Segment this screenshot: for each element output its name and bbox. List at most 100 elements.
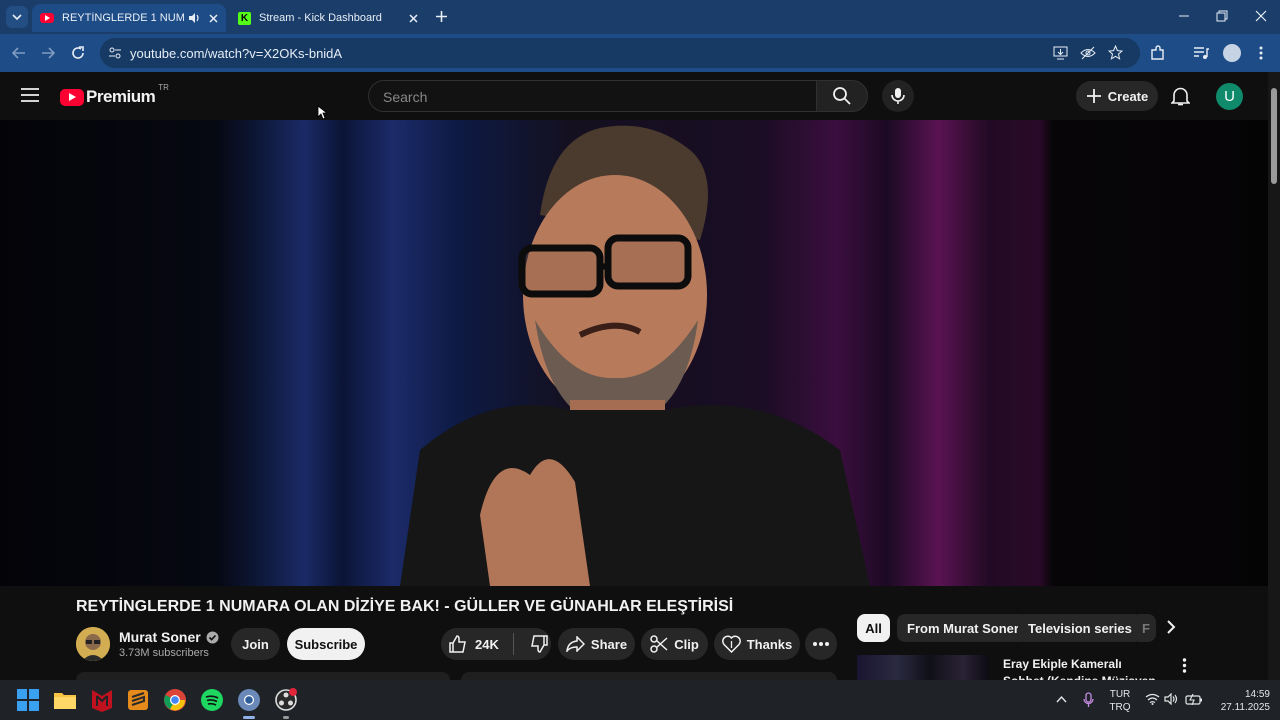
sublime-text-icon[interactable]: [126, 688, 150, 712]
like-button[interactable]: 24K: [441, 635, 507, 653]
reload-icon[interactable]: [69, 44, 87, 62]
join-button[interactable]: Join: [231, 628, 280, 660]
page-scrollbar[interactable]: [1268, 72, 1280, 680]
install-app-icon[interactable]: [1053, 46, 1068, 60]
chevron-right-icon[interactable]: [1165, 620, 1177, 634]
windows-start-icon[interactable]: [16, 688, 40, 712]
recommendation-thumbnail[interactable]: [857, 655, 989, 680]
file-explorer-icon[interactable]: [53, 688, 77, 712]
extensions-puzzle-icon[interactable]: [1150, 45, 1166, 61]
microphone-tray-icon[interactable]: [1083, 692, 1094, 708]
active-app-indicator: [243, 716, 255, 719]
site-info-icon[interactable]: [108, 46, 122, 60]
dislike-button[interactable]: [520, 635, 548, 653]
tab-title: Stream - Kick Dashboard: [259, 12, 382, 24]
tab-youtube[interactable]: REYTİNGLERDE 1 NUMARA: [32, 4, 226, 32]
restore-icon[interactable]: [1216, 10, 1228, 22]
chip-television-series[interactable]: Television series: [1018, 614, 1142, 642]
channel-avatar-image: [76, 627, 110, 661]
windows-taskbar: TUR TRQ 14:59 27.11.2025: [0, 680, 1280, 720]
input-language-indicator[interactable]: TUR TRQ: [1104, 688, 1136, 714]
video-frame-person-image: [400, 125, 870, 586]
channel-name-text: Murat Soner: [119, 629, 201, 645]
like-count: 24K: [475, 636, 499, 652]
scissors-icon: [650, 635, 668, 653]
divider: [513, 633, 514, 655]
comments-box[interactable]: [461, 672, 837, 680]
channel-name[interactable]: Murat Soner: [119, 629, 219, 645]
profile-avatar[interactable]: [1223, 44, 1241, 62]
chrome-active-icon[interactable]: [237, 688, 261, 712]
clock-time: 14:59: [1244, 689, 1270, 700]
wifi-icon[interactable]: [1145, 693, 1160, 705]
spotify-icon[interactable]: [200, 688, 224, 712]
chevron-down-icon: [12, 14, 22, 21]
browser-menu-icon[interactable]: [1258, 45, 1264, 61]
more-vertical-icon[interactable]: [1182, 658, 1187, 673]
search-button[interactable]: [816, 80, 868, 112]
new-tab-icon[interactable]: [435, 10, 448, 23]
system-clock[interactable]: 14:59 27.11.2025: [1212, 688, 1270, 714]
chip-all[interactable]: All: [857, 614, 890, 642]
thanks-label: Thanks: [746, 636, 793, 652]
verified-badge-icon: [206, 631, 219, 643]
audio-playing-icon[interactable]: [188, 12, 200, 24]
voice-search-button[interactable]: [882, 80, 914, 112]
plus-icon: [1086, 89, 1101, 103]
subscribe-button[interactable]: Subscribe: [287, 628, 365, 660]
video-player[interactable]: [0, 120, 1268, 586]
chrome-icon[interactable]: [163, 688, 187, 712]
notifications-bell-icon[interactable]: [1171, 86, 1190, 106]
create-button[interactable]: Create: [1076, 81, 1158, 111]
minimize-icon[interactable]: [1178, 14, 1190, 18]
more-actions-button[interactable]: [805, 628, 837, 660]
tray-overflow-chevron-icon[interactable]: [1056, 695, 1067, 703]
search-input[interactable]: Search: [368, 80, 816, 112]
recommendation-title[interactable]: Eray Ekiple Kameralı Sohbet (Kendine Müz…: [1003, 656, 1163, 680]
bookmark-star-icon[interactable]: [1108, 45, 1123, 60]
channel-avatar[interactable]: [76, 627, 110, 661]
eye-off-icon[interactable]: [1080, 46, 1096, 60]
youtube-premium-logo[interactable]: Premium TR: [60, 83, 169, 108]
thanks-button[interactable]: Thanks: [714, 628, 800, 660]
tab-title: REYTİNGLERDE 1 NUMARA: [62, 12, 184, 24]
running-app-indicator: [283, 716, 289, 719]
scrollbar-thumb[interactable]: [1271, 88, 1277, 184]
clip-button[interactable]: Clip: [641, 628, 708, 660]
chip-partial[interactable]: F: [1132, 614, 1156, 642]
hamburger-menu-icon[interactable]: [21, 88, 39, 102]
country-code: TR: [158, 83, 169, 92]
youtube-favicon-icon: [40, 13, 54, 23]
close-tab-icon[interactable]: [406, 11, 420, 25]
mcafee-icon[interactable]: [90, 688, 114, 712]
create-label: Create: [1107, 88, 1149, 104]
browser-toolbar: youtube.com/watch?v=X2OKs-bnidA: [0, 34, 1280, 72]
close-tab-icon[interactable]: [206, 11, 220, 25]
youtube-header: Premium TR Search Create U: [0, 72, 1268, 120]
address-bar[interactable]: youtube.com/watch?v=X2OKs-bnidA: [100, 38, 1140, 68]
share-button[interactable]: Share: [558, 628, 635, 660]
share-arrow-icon: [566, 636, 585, 652]
search-icon: [833, 87, 851, 105]
chip-from-channel[interactable]: From Murat Soner: [897, 614, 1029, 642]
back-arrow-icon[interactable]: [10, 44, 28, 62]
battery-charging-icon[interactable]: [1185, 693, 1203, 705]
account-avatar[interactable]: U: [1216, 83, 1243, 110]
youtube-logo-icon: [60, 88, 84, 106]
forward-arrow-icon[interactable]: [39, 44, 57, 62]
join-label: Join: [242, 636, 269, 652]
obs-recording-icon[interactable]: [274, 688, 298, 712]
volume-icon[interactable]: [1164, 693, 1178, 705]
kick-favicon-icon: K: [238, 11, 251, 25]
heart-dollar-icon: [721, 635, 741, 653]
thumbs-down-icon: [531, 635, 548, 653]
language-code: TUR: [1109, 689, 1131, 700]
description-box[interactable]: [76, 672, 450, 680]
more-horizontal-icon: [813, 642, 829, 646]
tab-kick[interactable]: K Stream - Kick Dashboard: [230, 4, 426, 32]
like-dislike-group: 24K: [441, 628, 551, 660]
tab-search-button[interactable]: [6, 6, 28, 28]
media-controls-icon[interactable]: [1193, 45, 1209, 61]
close-window-icon[interactable]: [1255, 10, 1267, 22]
clock-date: 27.11.2025: [1220, 702, 1270, 713]
